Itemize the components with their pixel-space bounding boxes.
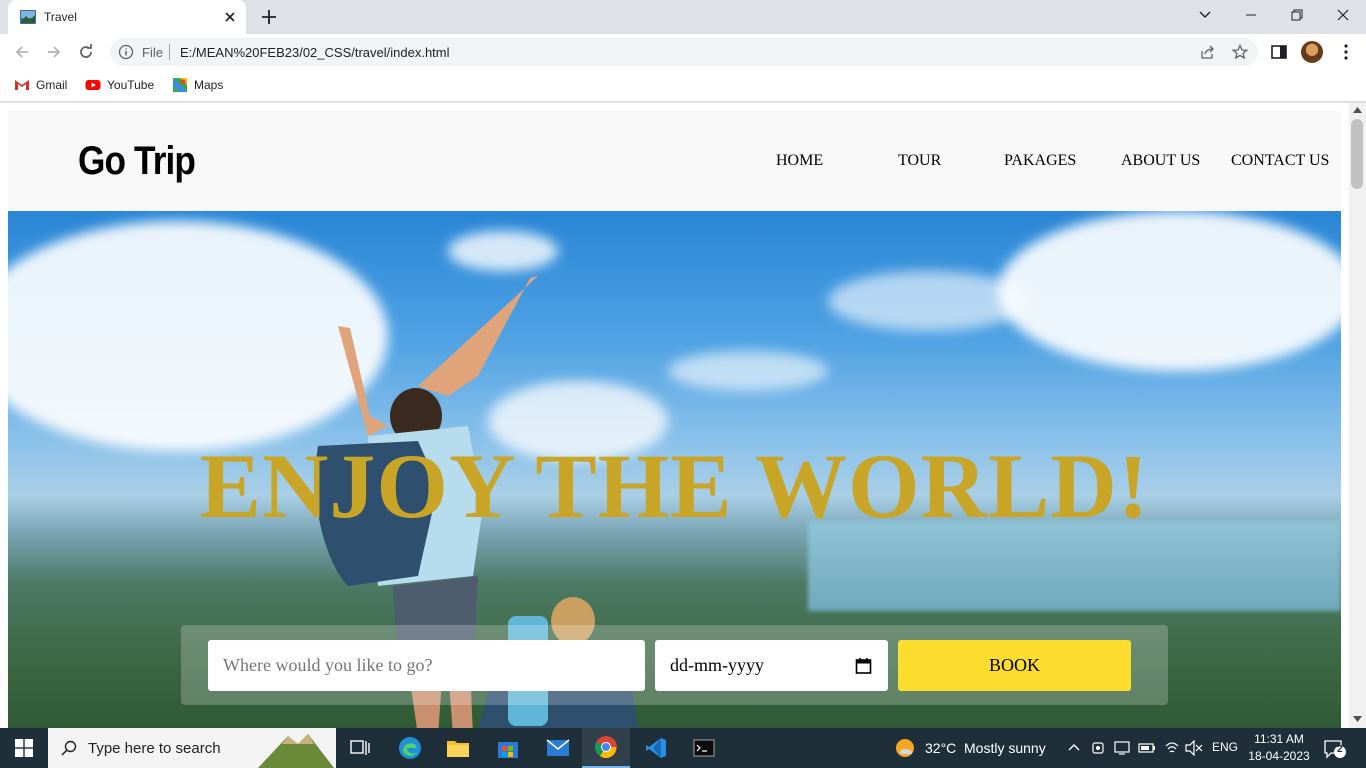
mail-icon[interactable]	[534, 728, 582, 768]
profile-avatar[interactable]	[1301, 41, 1323, 63]
back-icon[interactable]	[10, 40, 34, 64]
page-scrollbar[interactable]	[1349, 103, 1366, 728]
language-indicator[interactable]: ENG	[1212, 740, 1238, 754]
bookmark-youtube[interactable]: YouTube	[85, 77, 154, 93]
travel-favicon-icon	[20, 10, 36, 24]
book-button[interactable]: BOOK	[898, 640, 1131, 691]
nav-about-us[interactable]: ABOUT US	[1121, 152, 1200, 170]
hero-title: ENJOY THE WORLD!	[199, 435, 1150, 537]
microsoft-store-icon[interactable]	[484, 728, 532, 768]
clock-date: 18-04-2023	[1248, 749, 1310, 763]
gmail-icon	[15, 80, 29, 90]
meet-now-icon[interactable]	[1091, 740, 1105, 756]
cloud-shape	[668, 351, 828, 391]
clock-time: 11:31 AM	[1254, 732, 1304, 746]
page-viewport: Go Trip HOME TOUR PAKAGES ABOUT US CONTA…	[0, 103, 1366, 728]
booking-form: dd-mm-yyyy BOOK	[181, 625, 1168, 705]
volume-muted-icon[interactable]	[1185, 740, 1203, 756]
battery-icon[interactable]	[1138, 741, 1156, 755]
notification-count-badge: 2	[1337, 744, 1343, 755]
maps-icon	[173, 78, 187, 92]
scroll-thumb[interactable]	[1351, 119, 1363, 189]
travel-page: Go Trip HOME TOUR PAKAGES ABOUT US CONTA…	[8, 111, 1341, 728]
search-icon	[61, 740, 77, 756]
cloud-shape	[448, 231, 558, 271]
bookmark-gmail[interactable]: Gmail	[14, 77, 67, 93]
new-tab-icon[interactable]	[260, 8, 278, 26]
vscode-icon[interactable]	[632, 728, 680, 768]
nav-home[interactable]: HOME	[776, 152, 823, 170]
close-tab-icon[interactable]	[222, 9, 238, 25]
notification-center-icon[interactable]	[1323, 739, 1347, 759]
weather-temperature[interactable]: 32°C	[925, 740, 956, 756]
cloud-shape	[998, 211, 1341, 371]
site-logo[interactable]: Go Trip	[78, 139, 196, 184]
bookmark-maps[interactable]: Maps	[172, 77, 223, 93]
site-info-icon[interactable]	[118, 44, 134, 60]
date-placeholder: dd-mm-yyyy	[670, 655, 764, 675]
site-header: Go Trip HOME TOUR PAKAGES ABOUT US CONTA…	[8, 111, 1341, 211]
bookmark-label: Gmail	[36, 78, 68, 92]
device-icon[interactable]	[1114, 740, 1130, 756]
windows-logo-icon	[15, 739, 33, 757]
share-icon[interactable]	[1200, 44, 1216, 60]
nav-contact-us[interactable]: CONTACT US	[1231, 152, 1329, 170]
edge-icon[interactable]	[386, 728, 434, 768]
scroll-up-icon[interactable]	[1353, 107, 1362, 113]
hero-banner: ENJOY THE WORLD! dd-mm-yyyy BOOK	[8, 211, 1341, 728]
task-view-icon[interactable]	[336, 728, 384, 768]
destination-input[interactable]	[208, 640, 645, 691]
weather-description[interactable]: Mostly sunny	[964, 740, 1046, 756]
file-explorer-icon[interactable]	[434, 728, 482, 768]
scroll-down-icon[interactable]	[1353, 716, 1362, 722]
restore-icon[interactable]	[1274, 0, 1320, 30]
youtube-icon	[85, 80, 101, 90]
calendar-icon[interactable]	[855, 657, 872, 674]
reload-icon[interactable]	[74, 40, 98, 64]
bookmark-label: Maps	[194, 78, 224, 92]
tab-strip: Travel	[0, 0, 1366, 34]
chrome-taskbar-icon[interactable]	[582, 728, 630, 768]
tab-title: Travel	[44, 10, 77, 24]
taskbar-search-box[interactable]: Type here to search	[48, 728, 336, 768]
show-hidden-icons-icon[interactable]	[1068, 742, 1080, 752]
cloud-shape	[828, 271, 1028, 331]
taskbar-search-placeholder: Type here to search	[88, 740, 221, 757]
url-text[interactable]: E:/MEAN%20FEB23/02_CSS/travel/index.html	[180, 45, 450, 60]
start-button[interactable]	[0, 728, 48, 768]
chrome-menu-icon[interactable]	[1336, 42, 1356, 62]
minimize-icon[interactable]	[1228, 0, 1274, 30]
search-highlight-icon	[258, 734, 334, 768]
forward-icon[interactable]	[42, 40, 66, 64]
wifi-icon[interactable]	[1164, 740, 1180, 756]
side-panel-icon[interactable]	[1269, 42, 1289, 62]
address-bar[interactable]: File E:/MEAN%20FEB23/02_CSS/travel/index…	[110, 38, 1258, 66]
browser-toolbar: File E:/MEAN%20FEB23/02_CSS/travel/index…	[0, 34, 1366, 70]
system-clock[interactable]: 11:31 AM 18-04-2023	[1246, 731, 1312, 765]
windows-taskbar: Type here to search 32°C Mostly sunny EN…	[0, 728, 1366, 768]
date-input[interactable]: dd-mm-yyyy	[655, 640, 888, 691]
nav-tour[interactable]: TOUR	[898, 152, 941, 170]
bookmark-star-icon[interactable]	[1232, 44, 1248, 60]
tab-travel[interactable]: Travel	[8, 0, 246, 34]
bookmark-label: YouTube	[107, 78, 155, 92]
weather-sunny-icon[interactable]	[894, 737, 916, 759]
tab-search-icon[interactable]	[1182, 0, 1228, 30]
terminal-icon[interactable]	[680, 728, 728, 768]
bookmarks-bar: Gmail YouTube Maps	[0, 70, 1366, 102]
url-separator	[169, 44, 170, 60]
close-window-icon[interactable]	[1320, 0, 1366, 30]
url-scheme-label: File	[142, 45, 163, 60]
nav-pakages[interactable]: PAKAGES	[1004, 152, 1076, 170]
